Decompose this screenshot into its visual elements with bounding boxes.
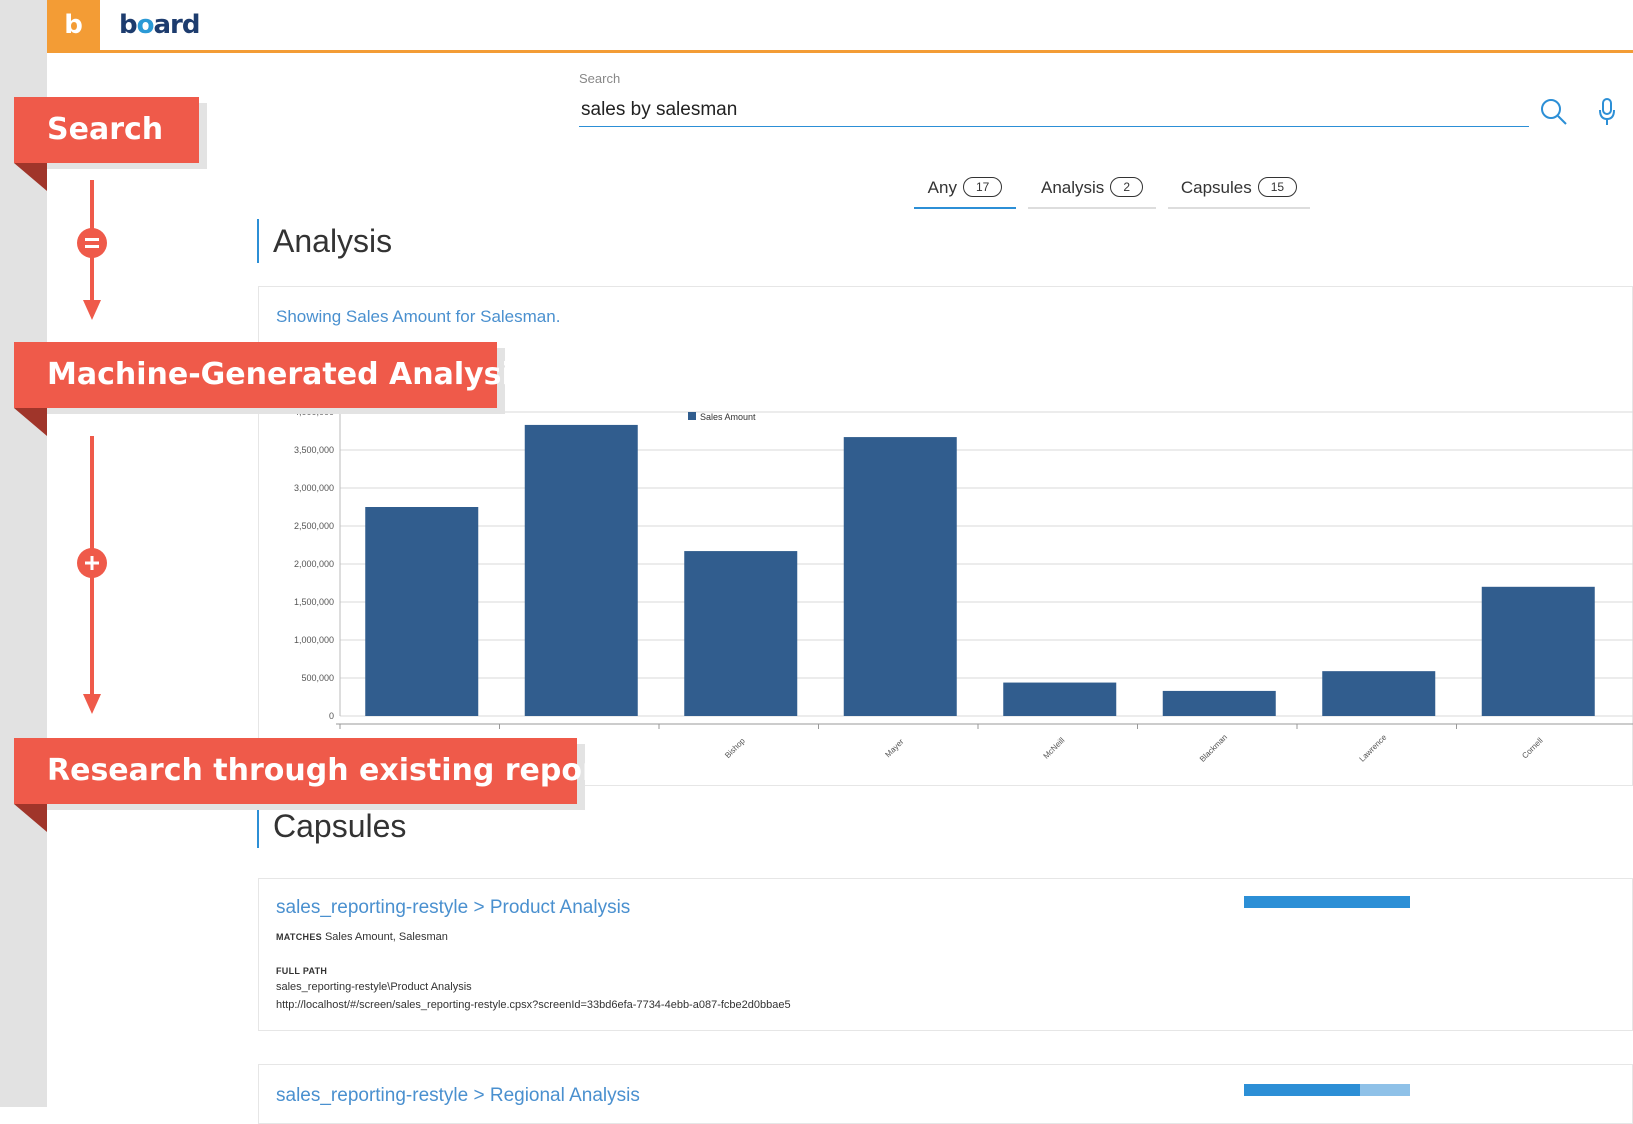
- bar: [1003, 682, 1117, 716]
- y-tick-label: 2,500,000: [294, 521, 334, 531]
- search-label: Search: [579, 71, 621, 86]
- analysis-section-title: Analysis: [257, 219, 392, 263]
- bar: [524, 424, 638, 716]
- matches-value: Sales Amount, Salesman: [324, 931, 448, 943]
- capsule-url: http://localhost/#/screen/sales_reportin…: [276, 999, 791, 1011]
- annotation-search: Search: [14, 97, 199, 163]
- capsule-path: sales_reporting-restyle\Product Analysis: [276, 981, 472, 993]
- x-tick-label: Mayer: [883, 737, 905, 759]
- brand-o: o: [136, 10, 155, 40]
- capsule-matches: MATCHES Sales Amount, Salesman: [276, 931, 448, 943]
- y-tick-label: 3,500,000: [294, 445, 334, 455]
- bar: [684, 551, 798, 716]
- y-tick-label: 0: [329, 711, 334, 721]
- brand-wordmark: board: [119, 10, 201, 40]
- search-input[interactable]: [579, 94, 1529, 127]
- y-tick-label: 1,500,000: [294, 597, 334, 607]
- capsule-card: sales_reporting-restyle > Regional Analy…: [258, 1064, 1633, 1124]
- tab-analysis-count: 2: [1110, 177, 1143, 197]
- app-header: b board: [47, 0, 1633, 53]
- bar: [1481, 586, 1595, 716]
- x-tick-label: Cornell: [1520, 736, 1544, 760]
- x-tick-label: Bishop: [723, 736, 747, 760]
- x-tick-label: Blackman: [1198, 733, 1229, 764]
- bar: [1322, 671, 1436, 716]
- y-tick-label: 1,000,000: [294, 635, 334, 645]
- equals-icon: [77, 228, 107, 258]
- legend-swatch: [688, 412, 696, 420]
- tab-any-count: 17: [962, 177, 1003, 197]
- annotation-analysis: Machine-Generated Analysis: [14, 342, 530, 408]
- capsule-card: sales_reporting-restyle > Product Analys…: [258, 878, 1633, 1031]
- tab-analysis-label: Analysis: [1041, 178, 1105, 197]
- bar: [1162, 690, 1276, 716]
- annotation-fold: [14, 163, 47, 191]
- tab-any-label: Any: [927, 178, 957, 197]
- tab-capsules[interactable]: Capsules 15: [1168, 173, 1310, 209]
- relevance-bar: [1244, 896, 1410, 908]
- x-tick-label: Lawrence: [1358, 732, 1389, 763]
- y-tick-label: 4,000,000: [294, 407, 334, 417]
- tab-analysis[interactable]: Analysis 2: [1028, 173, 1156, 209]
- bar: [843, 437, 957, 716]
- tab-capsules-label: Capsules: [1180, 178, 1252, 197]
- capsule-title-link[interactable]: sales_reporting-restyle > Product Analys…: [276, 897, 630, 919]
- legend-label: Sales Amount: [700, 412, 756, 422]
- microphone-icon[interactable]: [1598, 98, 1616, 131]
- annotation-research: Research through existing reports: [14, 738, 629, 804]
- y-tick-label: 2,000,000: [294, 559, 334, 569]
- analysis-caption[interactable]: Showing Sales Amount for Salesman.: [276, 307, 560, 327]
- arrow-down-icon: [83, 300, 101, 320]
- x-tick-label: McNeill: [1042, 736, 1067, 761]
- matches-label: MATCHES: [276, 932, 322, 942]
- app-logo-icon[interactable]: b: [47, 0, 100, 50]
- brand-rest: ard: [153, 10, 201, 40]
- tab-any[interactable]: Any 17: [914, 173, 1016, 209]
- relevance-bar: [1244, 1084, 1360, 1096]
- arrow-down-icon: [83, 694, 101, 714]
- search-icon[interactable]: [1540, 98, 1568, 131]
- capsule-title-link[interactable]: sales_reporting-restyle > Regional Analy…: [276, 1085, 640, 1107]
- plus-icon: [77, 548, 107, 578]
- tab-capsules-count: 15: [1257, 177, 1298, 197]
- y-tick-label: 3,000,000: [294, 483, 334, 493]
- capsules-section-title: Capsules: [257, 804, 406, 848]
- y-tick-label: 500,000: [301, 673, 334, 683]
- bar: [365, 507, 479, 716]
- brand-b: b: [119, 10, 138, 40]
- annotation-fold: [14, 408, 47, 436]
- annotation-fold: [14, 804, 47, 832]
- full-path-label: FULL PATH: [276, 966, 328, 976]
- sales-bar-chart: 0 500,000 1,000,000 1,500,000 2,000,000 2,500…: [294, 407, 1633, 764]
